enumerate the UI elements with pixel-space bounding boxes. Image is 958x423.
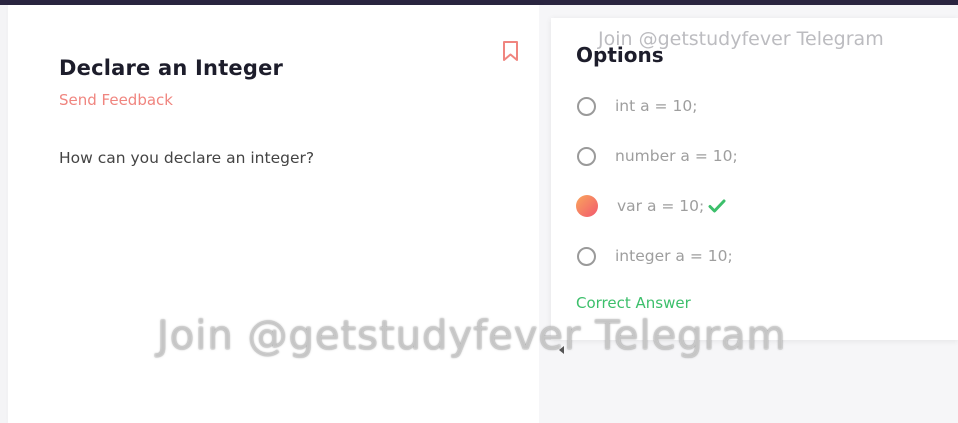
options-card: Options int a = 10; number a = 10; var a… bbox=[551, 18, 958, 340]
check-icon bbox=[708, 199, 726, 213]
correct-answer-label: Correct Answer bbox=[576, 294, 691, 312]
option-1[interactable]: int a = 10; bbox=[577, 94, 697, 118]
option-4[interactable]: integer a = 10; bbox=[577, 244, 733, 268]
option-label: number a = 10; bbox=[615, 147, 738, 165]
watermark-center: Join @getstudyfever Telegram bbox=[157, 313, 787, 359]
option-2[interactable]: number a = 10; bbox=[577, 144, 738, 168]
option-label: int a = 10; bbox=[615, 97, 698, 115]
question-text: How can you declare an integer? bbox=[59, 149, 315, 167]
watermark-top: Join @getstudyfever Telegram bbox=[598, 28, 884, 50]
option-3[interactable]: var a = 10; bbox=[576, 194, 726, 218]
question-title: Declare an Integer bbox=[59, 56, 284, 80]
question-panel: Declare an Integer Send Feedback How can… bbox=[8, 5, 539, 423]
bookmark-icon[interactable] bbox=[501, 40, 520, 62]
option-label: var a = 10; bbox=[617, 197, 705, 215]
option-radio-selected[interactable] bbox=[576, 195, 598, 217]
option-radio[interactable] bbox=[577, 146, 596, 166]
option-radio[interactable] bbox=[577, 96, 596, 116]
send-feedback-link[interactable]: Send Feedback bbox=[59, 91, 173, 109]
option-label: integer a = 10; bbox=[615, 247, 733, 265]
option-radio[interactable] bbox=[577, 246, 596, 266]
